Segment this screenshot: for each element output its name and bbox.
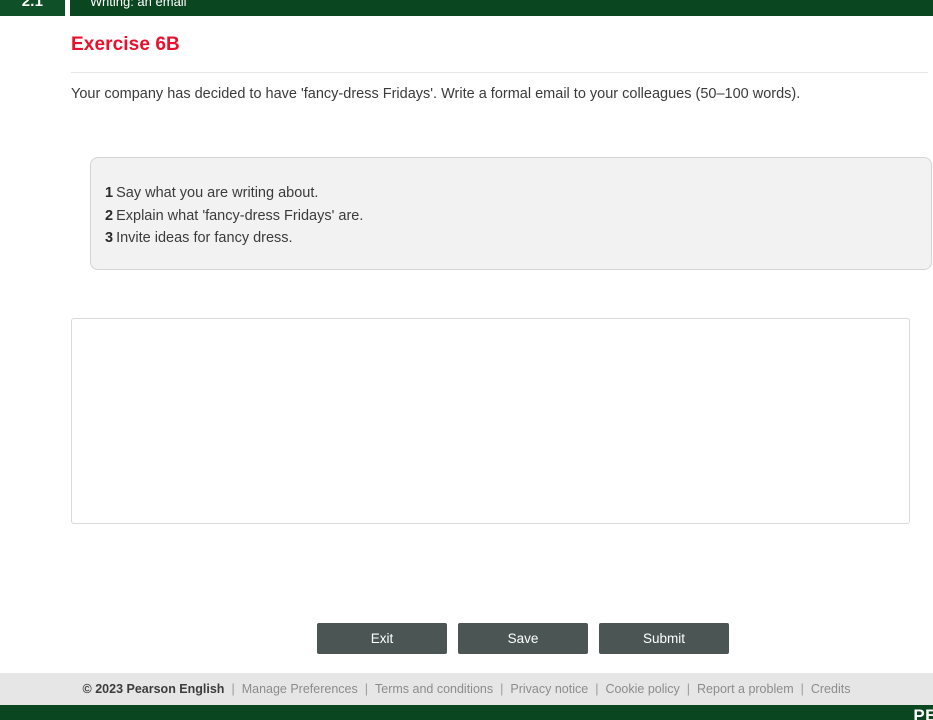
save-button[interactable]: Save [458,623,588,654]
exercise-content-area: Exercise 6B Your company has decided to … [0,16,933,673]
prompt-text: Explain what 'fancy-dress Fridays' are. [116,207,364,224]
prompt-text: Say what you are writing about. [116,185,319,201]
lesson-title-bar: Writing: an email [70,0,933,16]
footer-link-cookie-policy[interactable]: Cookie policy [605,682,679,696]
prompt-list-item: 1 Say what you are writing about. [105,182,931,205]
footer-link-credits[interactable]: Credits [811,682,851,696]
footer-links-row: © 2023 Pearson English | Manage Preferen… [83,682,851,696]
pearson-logo: PE [913,706,933,720]
answer-textarea[interactable] [71,318,910,524]
prompt-list-item: 2 Explain what 'fancy-dress Fridays' are. [105,205,931,228]
footer-link-privacy-notice[interactable]: Privacy notice [510,682,588,696]
footer-link-terms-and-conditions[interactable]: Terms and conditions [375,682,493,696]
title-divider [71,72,928,73]
prompt-text: Invite ideas for fancy dress. [116,230,293,246]
exit-button[interactable]: Exit [317,623,447,654]
app-header: 2.1 Writing: an email [0,0,933,16]
footer-separator: | [686,682,691,696]
prompt-number: 3 [105,230,114,246]
submit-button[interactable]: Submit [599,623,729,654]
action-button-row: Exit Save Submit [317,623,729,654]
footer-separator: | [364,682,368,696]
footer-separator: | [595,682,599,696]
footer-separator: | [231,682,235,696]
prompt-number: 2 [105,207,114,224]
footer-separator: | [800,682,804,696]
prompt-list-box: 1 Say what you are writing about. 2 Explai… [90,157,932,270]
page-footer: © 2023 Pearson English | Manage Preferen… [0,673,933,705]
footer-link-report-a-problem[interactable]: Report a problem [697,682,794,696]
footer-link-manage-preferences[interactable]: Manage Preferences [242,682,358,696]
prompt-number: 1 [105,185,114,201]
copyright-text: © 2023 Pearson English [82,682,225,696]
unit-number-badge: 2.1 [0,0,65,16]
brand-bar: PE [0,705,933,720]
footer-separator: | [500,682,504,696]
prompt-list-item: 3 Invite ideas for fancy dress. [105,227,931,250]
task-instruction-text: Your company has decided to have 'fancy-… [71,86,801,102]
page-title: Exercise 6B [71,34,180,55]
